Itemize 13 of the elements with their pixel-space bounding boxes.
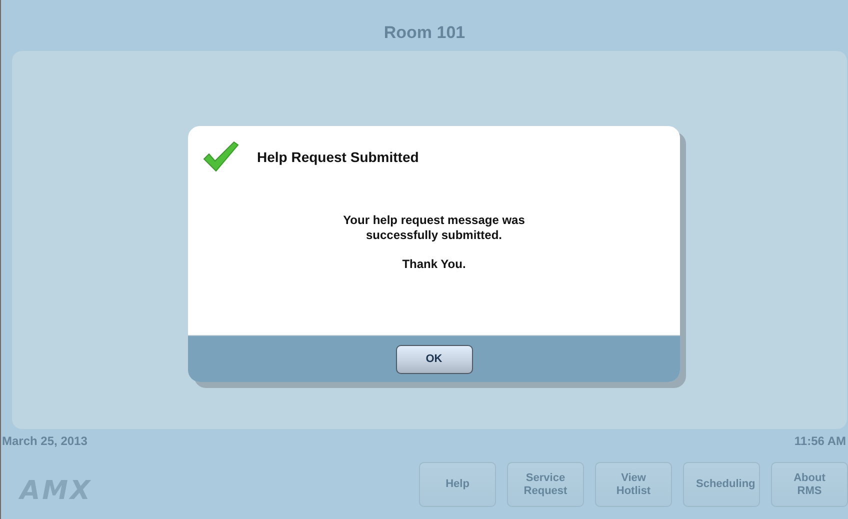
checkmark-icon: [203, 141, 239, 173]
dialog-message: Your help request message was successfully submitted.: [342, 213, 526, 243]
nav-button[interactable]: About RMS: [771, 462, 848, 507]
nav-button[interactable]: View Hotlist: [595, 462, 672, 507]
nav-button[interactable]: Help: [419, 462, 496, 507]
dialog-title: Help Request Submitted: [257, 149, 419, 165]
nav-button[interactable]: Service Request: [507, 462, 584, 507]
nav-button[interactable]: Scheduling: [683, 462, 760, 507]
date-label: March 25, 2013: [2, 434, 88, 448]
ok-button[interactable]: OK: [396, 344, 472, 374]
time-label: 11:56 AM: [794, 434, 846, 448]
room-title: Room 101: [384, 22, 466, 42]
thank-you-text: Thank You.: [402, 257, 466, 271]
